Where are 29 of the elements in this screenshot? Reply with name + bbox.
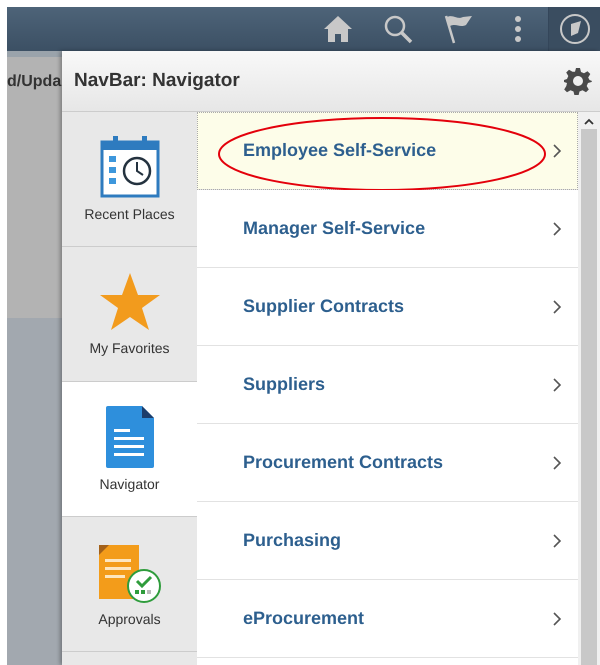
navigator-item[interactable]: Manager Self-Service: [197, 190, 578, 268]
chevron-right-icon: [553, 222, 562, 236]
compass-icon: [558, 13, 590, 45]
navbar-tab[interactable]: Navigator: [62, 382, 197, 517]
chevron-right-icon: [553, 612, 562, 626]
chevron-right-icon: [553, 378, 562, 392]
page-title-fragment: d/Upda: [7, 73, 62, 91]
scrollbar[interactable]: [578, 112, 600, 665]
navigator-item[interactable]: Employee Self-Service: [197, 112, 578, 190]
chevron-right-icon: [553, 534, 562, 548]
navbar-tab[interactable]: Approvals: [62, 517, 197, 652]
home-icon: [323, 15, 353, 43]
star-icon: [98, 272, 160, 332]
panel-title: NavBar: Navigator: [74, 70, 240, 92]
document-icon: [106, 406, 154, 468]
flag-icon: [443, 14, 473, 44]
settings-button[interactable]: [564, 67, 592, 95]
chevron-right-icon: [553, 144, 562, 158]
chevron-right-icon: [553, 300, 562, 314]
more-icon: [514, 15, 522, 43]
calendar-clock-icon: [100, 136, 160, 198]
navbar-button[interactable]: [548, 7, 600, 51]
navbar-tab[interactable]: My Favorites: [62, 247, 197, 382]
navbar-tab[interactable]: Recent Places: [62, 112, 197, 247]
scrollbar-thumb[interactable]: [581, 129, 597, 665]
settings-icon: [564, 67, 592, 95]
scroll-up-icon: [584, 118, 594, 125]
search-icon: [383, 14, 413, 44]
chevron-right-icon: [553, 456, 562, 470]
